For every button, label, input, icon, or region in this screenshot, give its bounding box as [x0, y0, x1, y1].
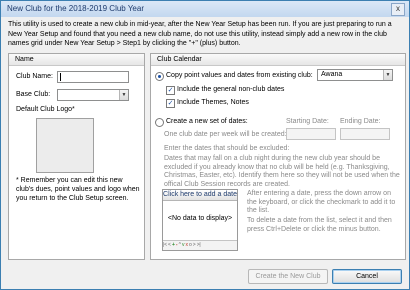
- excluded-dates-grid[interactable]: Click here to add a date <No data to dis…: [162, 189, 238, 251]
- create-club-button[interactable]: Create the New Club: [248, 269, 328, 284]
- next-record-icon[interactable]: >: [193, 242, 196, 248]
- edit-note: * Remember you can edit this new club's …: [16, 177, 140, 202]
- base-club-select[interactable]: ▼: [57, 89, 129, 101]
- exclude-help-text: Dates that may fall on a club night duri…: [164, 155, 400, 188]
- add-record-icon[interactable]: +: [172, 242, 175, 248]
- cancel-button[interactable]: Cancel: [332, 269, 402, 284]
- starting-date-label: Starting Date:: [286, 118, 329, 125]
- copy-dates-label: Copy point values and dates from existin…: [166, 72, 313, 79]
- grid-empty-text: <No data to display>: [167, 215, 233, 222]
- window-title: New Club for the 2018-2019 Club Year: [7, 4, 144, 13]
- last-record-icon[interactable]: >|: [197, 242, 201, 248]
- chevron-down-icon[interactable]: ▼: [119, 90, 128, 100]
- base-club-label: Base Club:: [16, 91, 51, 98]
- include-nonclub-label: Include the general non-club dates: [177, 86, 285, 93]
- ending-date-label: Ending Date:: [340, 118, 381, 125]
- include-nonclub-checkbox[interactable]: ✓: [166, 86, 175, 95]
- save-record-icon[interactable]: v: [182, 242, 185, 248]
- grid-navigator: |< < + - ^ v x o > >|: [163, 240, 237, 250]
- starting-date-input[interactable]: [286, 128, 336, 140]
- refresh-record-icon[interactable]: o: [189, 242, 192, 248]
- logo-label: Default Club Logo*: [16, 106, 75, 113]
- club-logo-image[interactable]: [36, 118, 94, 173]
- chevron-down-icon[interactable]: ▼: [383, 70, 392, 80]
- copy-club-select[interactable]: Awana ▼: [317, 69, 393, 81]
- intro-text: This utility is used to create a new clu…: [8, 21, 392, 47]
- delete-help: To delete a date from the list, select i…: [247, 217, 392, 233]
- text-cursor: [60, 73, 61, 81]
- include-themes-checkbox[interactable]: ✓: [166, 99, 175, 108]
- ending-date-input[interactable]: [340, 128, 390, 140]
- close-button[interactable]: x: [391, 3, 405, 16]
- title-bar: New Club for the 2018-2019 Club Year x: [1, 1, 409, 17]
- club-name-label: Club Name:: [16, 73, 53, 80]
- include-themes-label: Include Themes, Notes: [177, 99, 249, 106]
- calendar-panel-header: Club Calendar: [151, 54, 405, 66]
- one-per-week-label: One club date per week will be created:: [164, 131, 287, 138]
- name-panel: Name Club Name: Base Club: ▼ Default Clu…: [8, 53, 145, 260]
- copy-dates-radio[interactable]: [155, 72, 164, 81]
- add-date-button[interactable]: Click here to add a date: [163, 190, 237, 201]
- dialog-window: New Club for the 2018-2019 Club Year x T…: [0, 0, 410, 290]
- edit-record-icon[interactable]: ^: [179, 242, 181, 248]
- remove-record-icon[interactable]: -: [176, 242, 178, 248]
- exclude-label: Enter the dates that should be excluded:: [164, 145, 290, 152]
- name-panel-header: Name: [9, 54, 144, 66]
- create-dates-label: Create a new set of dates:: [166, 118, 248, 125]
- prev-record-icon[interactable]: <: [168, 242, 171, 248]
- first-record-icon[interactable]: |<: [163, 242, 167, 248]
- cancel-record-icon[interactable]: x: [185, 242, 188, 248]
- club-name-input[interactable]: [57, 71, 129, 83]
- copy-club-value: Awana: [321, 71, 343, 78]
- create-dates-radio[interactable]: [155, 118, 164, 127]
- club-calendar-panel: Club Calendar Copy point values and date…: [150, 53, 406, 260]
- after-entry-help: After entering a date, press the down ar…: [247, 190, 396, 214]
